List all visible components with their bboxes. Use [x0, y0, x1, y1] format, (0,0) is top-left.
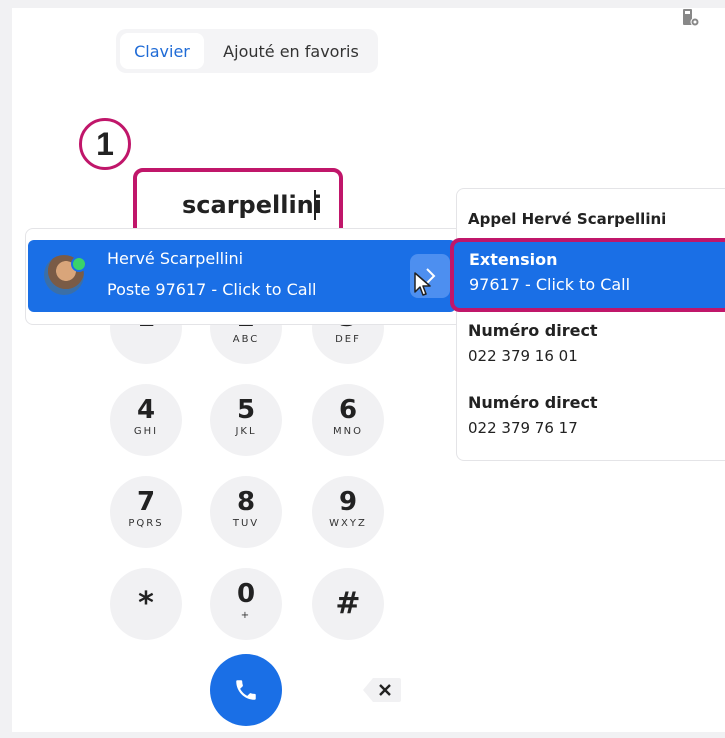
key-digit: 9: [338, 487, 358, 517]
tab-bar: Clavier Ajouté en favoris: [116, 29, 378, 73]
key-digit: 7: [136, 487, 156, 517]
extension-label: Extension: [469, 250, 558, 269]
key-digit: 0: [236, 579, 256, 609]
key-6[interactable]: 6 MNO: [312, 384, 384, 456]
text-caret: [314, 190, 316, 220]
key-9[interactable]: 9 WXYZ: [312, 476, 384, 548]
key-letters: PQRS: [128, 518, 164, 529]
key-0[interactable]: 0 +: [210, 568, 282, 640]
suggestion-detail: Poste 97617 - Click to Call: [107, 280, 317, 299]
key-digit: 6: [338, 395, 358, 425]
key-letters: TUV: [232, 518, 260, 529]
window-frame-left: [0, 0, 12, 738]
key-letters: WXYZ: [329, 518, 367, 529]
key-letters: DEF: [335, 334, 361, 345]
key-star[interactable]: *: [110, 568, 182, 640]
key-digit: #: [335, 586, 361, 621]
key-digit: 8: [236, 487, 256, 517]
key-digit: 5: [236, 395, 256, 425]
step-number-badge: 1: [79, 118, 131, 170]
panel-title: Appel Hervé Scarpellini: [468, 210, 667, 228]
backspace-icon[interactable]: [361, 676, 403, 704]
phone-settings-icon[interactable]: [681, 8, 701, 28]
window-frame-top: [0, 0, 725, 8]
direct-number-label: Numéro direct: [468, 393, 598, 412]
direct-number-label: Numéro direct: [468, 321, 598, 340]
key-letters: GHI: [133, 426, 159, 437]
key-letters: MNO: [333, 426, 363, 437]
key-5[interactable]: 5 JKL: [210, 384, 282, 456]
call-button[interactable]: [210, 654, 282, 726]
direct-number-value[interactable]: 022 379 76 17: [468, 419, 578, 437]
key-letters: +: [240, 610, 252, 621]
mouse-cursor-icon: [414, 272, 431, 296]
search-input[interactable]: scarpellini: [182, 189, 322, 221]
key-letters: JKL: [235, 426, 257, 437]
tab-keypad[interactable]: Clavier: [120, 33, 204, 69]
phone-icon: [236, 680, 256, 700]
key-4[interactable]: 4 GHI: [110, 384, 182, 456]
tab-favorites[interactable]: Ajouté en favoris: [204, 33, 378, 69]
key-8[interactable]: 8 TUV: [210, 476, 282, 548]
key-7[interactable]: 7 PQRS: [110, 476, 182, 548]
key-digit: *: [138, 586, 154, 621]
suggestion-name: Hervé Scarpellini: [107, 249, 244, 268]
extension-value: 97617 - Click to Call: [469, 275, 631, 294]
key-hash[interactable]: #: [312, 568, 384, 640]
presence-online-icon: [71, 256, 87, 272]
direct-number-value[interactable]: 022 379 16 01: [468, 347, 578, 365]
key-digit: 4: [136, 395, 156, 425]
key-letters: ABC: [232, 334, 260, 345]
window-frame-bottom: [0, 732, 725, 738]
